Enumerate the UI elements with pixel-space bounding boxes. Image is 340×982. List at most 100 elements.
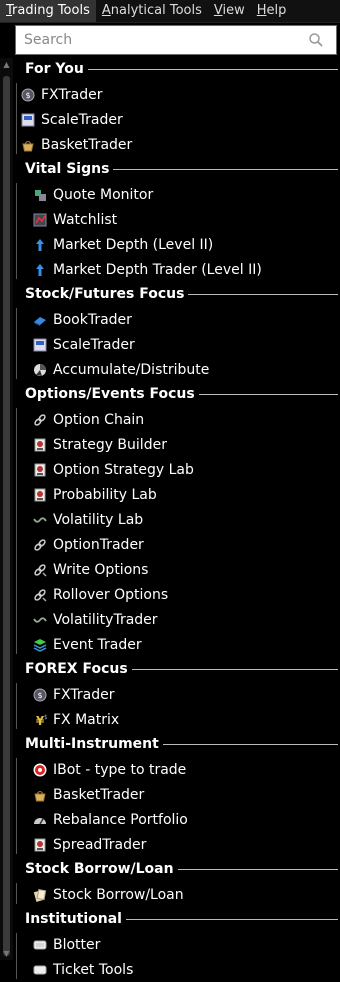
tool-item-label: FXTrader xyxy=(53,687,115,703)
fx-globe-icon: $ xyxy=(21,88,35,102)
section-header-stock-borrow-loan[interactable]: Stock Borrow/Loan xyxy=(13,858,340,880)
tool-item-strategy-builder[interactable]: Strategy Builder xyxy=(33,433,167,457)
borrow-icon xyxy=(33,888,47,902)
tool-item-label: ScaleTrader xyxy=(41,112,123,128)
tree-guide-line xyxy=(16,933,17,979)
tool-item-label: OptionTrader xyxy=(53,537,144,553)
section-divider xyxy=(198,393,338,395)
tool-item-booktrader[interactable]: BookTrader xyxy=(33,308,132,332)
watchlist-icon xyxy=(33,213,47,227)
tool-item-label: Option Strategy Lab xyxy=(53,462,194,478)
tool-item-label: Market Depth (Level II) xyxy=(53,237,214,253)
search-icon[interactable] xyxy=(308,32,324,48)
option-chain-icon xyxy=(34,539,46,551)
tree-guide-line xyxy=(16,408,17,654)
menu-help[interactable]: Help xyxy=(251,0,293,22)
tool-item-accumulate-distribute[interactable]: Accumulate/Distribute xyxy=(33,358,209,382)
tool-item-quote-monitor[interactable]: Quote Monitor xyxy=(33,183,153,207)
tool-item-baskettrader[interactable]: BasketTrader xyxy=(33,783,144,807)
booktrader-icon xyxy=(34,317,46,326)
tool-item-label: Rollover Options xyxy=(53,587,169,603)
tool-item-ticket-tools[interactable]: Ticket Tools xyxy=(33,958,133,982)
section-title: Stock Borrow/Loan xyxy=(25,861,174,877)
strategy-icon xyxy=(34,838,46,852)
tool-item-rollover-options[interactable]: Rollover Options xyxy=(33,583,168,607)
tool-item-label: Blotter xyxy=(53,937,101,953)
menu-analytical-tools[interactable]: Analytical Tools xyxy=(96,0,208,22)
tree-guide-line xyxy=(16,83,17,154)
tool-item-label: FXTrader xyxy=(41,87,103,103)
section-header-institutional[interactable]: Institutional xyxy=(13,908,340,930)
tool-item-rebalance-portfolio[interactable]: Rebalance Portfolio xyxy=(33,808,188,832)
basket-icon xyxy=(22,141,34,152)
fx-matrix-icon: ¥ $ xyxy=(36,714,47,727)
menu-view[interactable]: View xyxy=(208,0,251,22)
tool-item-option-strategy-lab[interactable]: Option Strategy Lab xyxy=(33,458,194,482)
tool-item-baskettrader[interactable]: BasketTrader xyxy=(21,133,132,157)
tool-item-label: Rebalance Portfolio xyxy=(53,812,188,828)
rebalance-icon xyxy=(34,818,46,825)
quote-monitor-icon xyxy=(35,190,46,201)
scroll-down-arrow-icon[interactable]: ▼ xyxy=(2,949,11,958)
tool-item-blotter[interactable]: Blotter xyxy=(33,933,100,957)
tool-item-fxtrader[interactable]: $ FXTrader xyxy=(21,83,102,107)
section-header-multi-instrument[interactable]: Multi-Instrument xyxy=(13,733,340,755)
tool-item-label: Probability Lab xyxy=(53,487,157,503)
menu-bar: Trading Tools Analytical Tools View Help xyxy=(0,0,340,23)
ibot-icon xyxy=(33,763,47,777)
section-header-for-you[interactable]: For You xyxy=(13,58,340,80)
tool-item-label: VolatilityTrader xyxy=(53,612,158,628)
tool-item-label: Write Options xyxy=(53,562,149,578)
write-options-icon xyxy=(34,564,47,577)
tool-item-optiontrader[interactable]: OptionTrader xyxy=(33,533,144,557)
tool-item-write-options[interactable]: Write Options xyxy=(33,558,148,582)
section-title: For You xyxy=(25,61,84,77)
tool-item-watchlist[interactable]: Watchlist xyxy=(33,208,117,232)
tool-item-market-depth-trader-level-ii[interactable]: Market Depth Trader (Level II) xyxy=(33,258,262,282)
section-divider xyxy=(177,868,338,870)
section-divider xyxy=(188,293,338,295)
tool-item-ibot-type-to-trade[interactable]: IBot - type to trade xyxy=(33,758,186,782)
tool-item-fxtrader[interactable]: $ FXTrader xyxy=(33,683,114,707)
event-trader-icon xyxy=(33,639,47,652)
section-header-stock-futures-focus[interactable]: Stock/Futures Focus xyxy=(13,283,340,305)
tool-item-label: BasketTrader xyxy=(53,787,145,803)
scale-icon xyxy=(33,338,47,352)
tool-item-label: IBot - type to trade xyxy=(53,762,187,778)
svg-text:$: $ xyxy=(25,91,30,100)
tool-item-spreadtrader[interactable]: SpreadTrader xyxy=(33,833,146,857)
section-title: Options/Events Focus xyxy=(25,386,195,402)
tool-item-volatilitytrader[interactable]: VolatilityTrader xyxy=(33,608,158,632)
tool-item-volatility-lab[interactable]: Volatility Lab xyxy=(33,508,143,532)
tree-guide-line xyxy=(16,758,17,854)
tool-item-fx-matrix[interactable]: ¥ $ FX Matrix xyxy=(33,708,119,732)
section-title: Multi-Instrument xyxy=(25,736,159,752)
write-options-icon xyxy=(34,589,47,602)
tool-item-scaletrader[interactable]: ScaleTrader xyxy=(21,108,123,132)
scroll-thumb[interactable] xyxy=(3,76,10,956)
section-divider xyxy=(87,68,338,70)
tool-item-label: Option Chain xyxy=(53,412,145,428)
tree-guide-line xyxy=(16,683,17,729)
search-input[interactable] xyxy=(24,30,294,50)
tool-item-scaletrader[interactable]: ScaleTrader xyxy=(33,333,135,357)
tool-item-stock-borrow-loan[interactable]: Stock Borrow/Loan xyxy=(33,883,184,907)
section-header-forex-focus[interactable]: FOREX Focus xyxy=(13,658,340,680)
tool-item-probability-lab[interactable]: Probability Lab xyxy=(33,483,157,507)
section-header-options-events-focus[interactable]: Options/Events Focus xyxy=(13,383,340,405)
vertical-scrollbar[interactable]: ▲ ▼ xyxy=(0,58,13,960)
tree-guide-line xyxy=(16,183,17,279)
tool-item-label: BasketTrader xyxy=(41,137,133,153)
menu-trading-tools[interactable]: Trading Tools xyxy=(0,0,96,22)
strategy-icon xyxy=(34,463,46,477)
tool-item-event-trader[interactable]: Event Trader xyxy=(33,633,142,657)
scroll-up-arrow-icon[interactable]: ▲ xyxy=(2,60,11,69)
tool-item-market-depth-level-ii[interactable]: Market Depth (Level II) xyxy=(33,233,213,257)
scale-icon xyxy=(21,113,35,127)
blotter-icon xyxy=(33,940,47,950)
tool-item-option-chain[interactable]: Option Chain xyxy=(33,408,144,432)
option-chain-icon xyxy=(34,414,46,426)
section-divider xyxy=(162,743,338,745)
section-header-vital-signs[interactable]: Vital Signs xyxy=(13,158,340,180)
accumulate-icon xyxy=(34,364,46,376)
